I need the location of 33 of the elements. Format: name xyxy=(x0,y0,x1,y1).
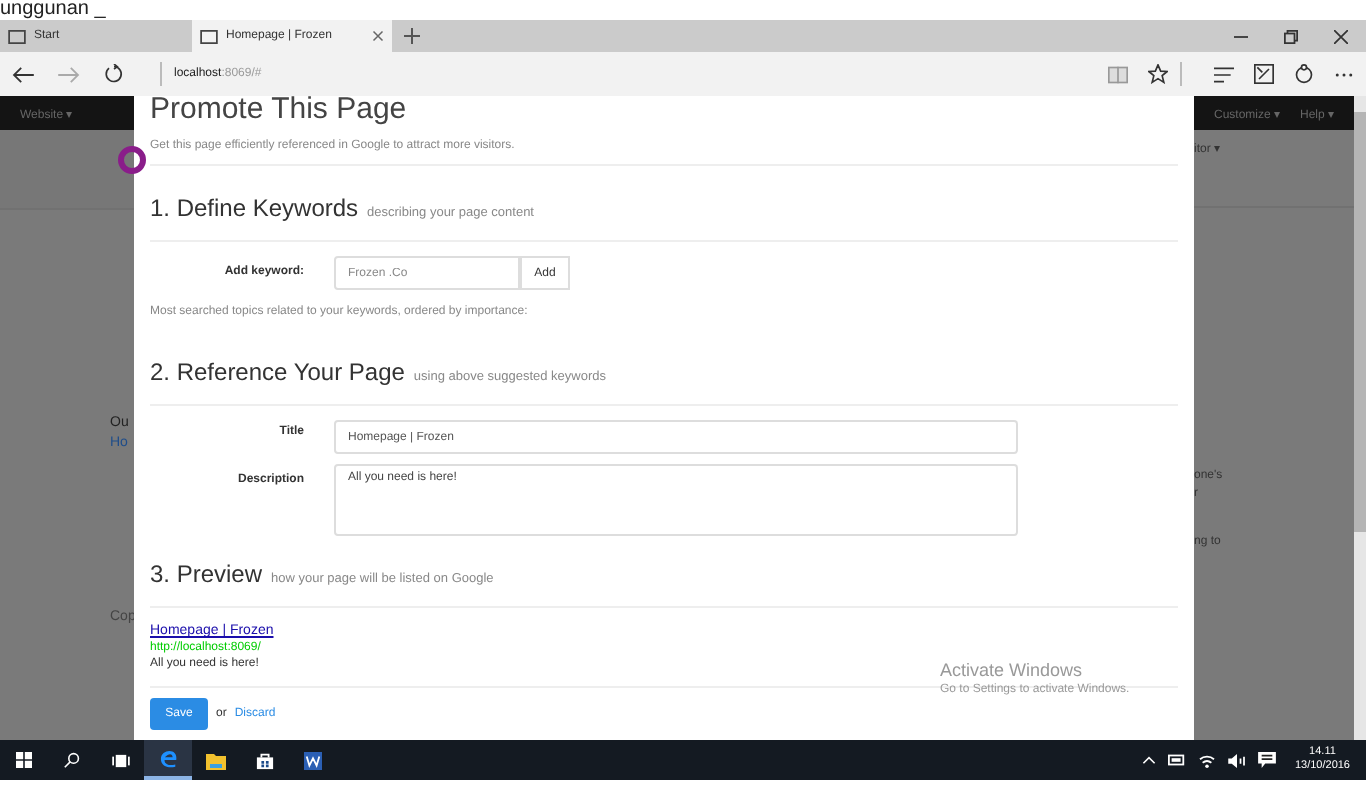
windows-icon[interactable] xyxy=(16,752,32,768)
word-icon[interactable] xyxy=(303,751,321,769)
tab-page-icon xyxy=(8,29,26,43)
folder-icon[interactable] xyxy=(206,751,226,769)
note-icon[interactable] xyxy=(1254,64,1274,84)
scrollbar[interactable] xyxy=(1354,96,1366,740)
refresh-icon[interactable] xyxy=(104,64,124,84)
section-heading: 3. Preview xyxy=(150,560,263,588)
close-tab-icon[interactable] xyxy=(372,30,384,42)
hub-icon[interactable] xyxy=(1214,65,1234,83)
task-view-icon[interactable] xyxy=(111,753,129,767)
search-icon[interactable] xyxy=(64,752,80,768)
section-heading: 2. Reference Your Page xyxy=(150,358,405,386)
speaker-icon[interactable] xyxy=(1228,753,1247,767)
tab-page-icon xyxy=(200,29,218,43)
close-icon[interactable] xyxy=(1334,29,1348,43)
edge-icon[interactable] xyxy=(159,749,177,767)
modal-title: Promote This Page xyxy=(150,96,409,128)
share-icon[interactable] xyxy=(1294,64,1314,84)
activation-title: Activate Windows xyxy=(940,660,1085,680)
more-icon[interactable] xyxy=(1334,71,1354,77)
chevron-up-icon[interactable] xyxy=(1142,756,1157,764)
back-icon[interactable] xyxy=(12,65,34,83)
star-icon[interactable] xyxy=(1148,64,1168,84)
wifi-icon[interactable] xyxy=(1198,753,1217,767)
overlay-text: unggunan _ xyxy=(0,0,106,20)
notification-icon[interactable] xyxy=(1258,752,1277,768)
store-icon[interactable] xyxy=(255,751,273,769)
new-tab-icon[interactable] xyxy=(404,28,420,44)
section-heading: 1. Define Keywords xyxy=(150,194,359,222)
reading-view-icon[interactable] xyxy=(1108,65,1128,83)
restore-icon[interactable] xyxy=(1284,29,1298,43)
battery-icon[interactable] xyxy=(1168,754,1187,766)
